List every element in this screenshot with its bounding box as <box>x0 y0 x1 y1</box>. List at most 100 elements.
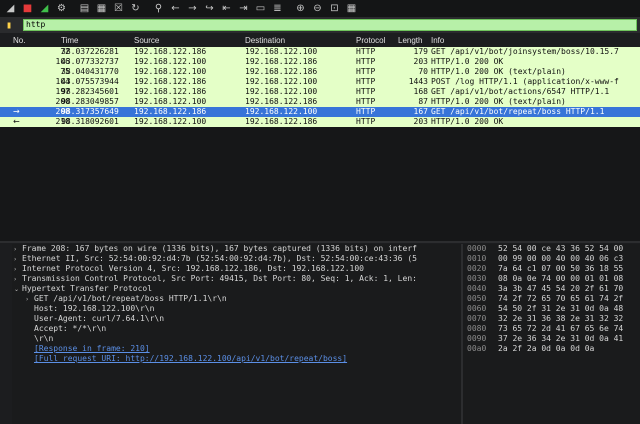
hex-bytes: 54 50 2f 31 2e 31 0d 0a 48 <box>498 304 624 313</box>
go-to-packet-icon[interactable]: ↪ <box>202 2 217 16</box>
packet-length: 203 <box>413 57 428 66</box>
first-packet-icon[interactable]: ⇤ <box>219 2 234 16</box>
last-packet-icon[interactable]: ⇥ <box>236 2 251 16</box>
detail-text: Transmission Control Protocol, Src Port:… <box>22 274 417 283</box>
packet-source: 192.168.122.100 <box>134 97 207 106</box>
detail-tree-item[interactable]: › GET /api/v1/bot/repeat/boss HTTP/1.1\r\… <box>12 294 461 304</box>
packet-length: 203 <box>413 117 428 126</box>
detail-tree-item[interactable]: › Transmission Control Protocol, Src Port… <box>12 274 461 284</box>
go-forward-icon[interactable]: → <box>185 2 200 16</box>
open-file-icon[interactable]: ▤ <box>77 2 92 16</box>
hex-offset: 0000 <box>467 244 487 253</box>
resize-columns-icon[interactable]: ▦ <box>344 2 359 16</box>
hex-dump-row[interactable]: 00a0 2a 2f 2a 0d 0a 0d 0a <box>463 344 640 354</box>
hex-offset: 0070 <box>467 314 487 323</box>
packet-protocol: HTTP <box>356 77 376 86</box>
normal-size-icon[interactable]: ⊡ <box>327 2 342 16</box>
colorize-icon[interactable]: ≣ <box>270 2 285 16</box>
hex-offset: 0030 <box>467 274 487 283</box>
packet-row[interactable]: 72 38.037226281 192.168.122.186 192.168.122… <box>0 47 640 57</box>
filter-bookmark-icon[interactable]: ▮ <box>3 19 15 31</box>
hex-offset: 00a0 <box>467 344 487 353</box>
detail-text: Accept: */*\r\n <box>34 324 107 333</box>
packet-length: 179 <box>413 47 428 56</box>
pane-splitter[interactable] <box>0 241 640 243</box>
column-header-protocol[interactable]: Protocol <box>356 36 385 45</box>
column-header-source[interactable]: Source <box>134 36 159 45</box>
detail-link[interactable]: [Response in frame: 210] <box>12 344 461 354</box>
hex-dump-row[interactable]: 0030 08 0a 0e 74 00 00 01 01 08 <box>463 274 640 284</box>
detail-text: [Response in frame: 210] <box>34 344 150 353</box>
packet-row[interactable]: → 208 98.317357649 192.168.122.186 192.168.1… <box>0 107 640 117</box>
zoom-out-icon[interactable]: ⊖ <box>310 2 325 16</box>
shark-fin-icon[interactable]: ◢ <box>3 2 18 16</box>
detail-tree-item[interactable]: › Ethernet II, Src: 52:54:00:92:d4:7b (52… <box>12 254 461 264</box>
packet-row[interactable]: 75 38.040431770 192.168.122.100 192.168.122… <box>0 67 640 77</box>
hex-dump-row[interactable]: 0040 3a 3b 47 45 54 20 2f 61 70 <box>463 284 640 294</box>
packet-destination: 192.168.122.186 <box>245 117 318 126</box>
detail-text: \r\n <box>34 334 54 343</box>
detail-tree-item[interactable]: › Frame 208: 167 bytes on wire (1336 bits… <box>12 244 461 254</box>
packet-length: 87 <box>418 97 428 106</box>
close-file-icon[interactable]: ☒ <box>111 2 126 16</box>
stop-capture-icon[interactable]: ■ <box>20 2 35 16</box>
save-file-icon[interactable]: ▦ <box>94 2 109 16</box>
packet-time: 98.318092601 <box>61 117 119 126</box>
hex-bytes: 2a 2f 2a 0d 0a 0d 0a <box>498 344 595 353</box>
column-header-length[interactable]: Length <box>398 36 422 45</box>
packet-row[interactable]: 104 43.075573944 192.168.122.186 192.168.12… <box>0 77 640 87</box>
find-packet-icon[interactable]: ⚲ <box>151 2 166 16</box>
packet-time: 43.077332737 <box>61 57 119 66</box>
packet-time: 98.283049857 <box>61 97 119 106</box>
packet-info: GET /api/v1/bot/joinsystem/boss/10.15.7 <box>431 47 619 56</box>
display-filter-input[interactable]: http <box>23 19 637 31</box>
packet-row[interactable]: ← 210 98.318092601 192.168.122.100 192.168.1… <box>0 117 640 127</box>
zoom-in-icon[interactable]: ⊕ <box>293 2 308 16</box>
expand-arrow-icon[interactable]: ⌄ <box>14 285 22 295</box>
packet-time: 98.282345601 <box>61 87 119 96</box>
column-header-info[interactable]: Info <box>431 36 444 45</box>
packet-source: 192.168.122.186 <box>134 87 207 96</box>
hex-dump-row[interactable]: 0080 73 65 72 2d 41 67 65 6e 74 <box>463 324 640 334</box>
packet-protocol: HTTP <box>356 107 376 116</box>
packet-destination: 192.168.122.100 <box>245 77 318 86</box>
detail-text: Host: 192.168.122.100\r\n <box>34 304 155 313</box>
hex-dump-row[interactable]: 0000 52 54 00 ce 43 36 52 54 00 <box>463 244 640 254</box>
packet-row[interactable]: 106 43.077332737 192.168.122.100 192.168.12… <box>0 57 640 67</box>
hex-dump-row[interactable]: 0090 37 2e 36 34 2e 31 0d 0a 41 <box>463 334 640 344</box>
packet-length: 168 <box>413 87 428 96</box>
detail-tree-item[interactable]: User-Agent: curl/7.64.1\r\n <box>12 314 461 324</box>
main-toolbar: ◢ ■ ◢ ⚙ ▤ ▦ ☒ ↻ ⚲ ← → ↪ ⇤ ⇥ ▭ ≣ ⊕ ⊖ ⊡ ▦ <box>0 0 640 17</box>
hex-offset: 0060 <box>467 304 487 313</box>
detail-tree-item[interactable]: \r\n <box>12 334 461 344</box>
packet-length: 1443 <box>408 77 428 86</box>
related-packet-marker: ← <box>13 117 20 126</box>
hex-offset: 0040 <box>467 284 487 293</box>
packet-row[interactable]: 200 98.283049857 192.168.122.100 192.168.12… <box>0 97 640 107</box>
hex-dump-row[interactable]: 0020 7a 64 c1 07 00 50 36 18 55 <box>463 264 640 274</box>
column-header-destination[interactable]: Destination <box>245 36 285 45</box>
capture-options-icon[interactable]: ⚙ <box>54 2 69 16</box>
hex-offset: 0050 <box>467 294 487 303</box>
go-back-icon[interactable]: ← <box>168 2 183 16</box>
detail-tree-item[interactable]: › Internet Protocol Version 4, Src: 192.1… <box>12 264 461 274</box>
reload-icon[interactable]: ↻ <box>128 2 143 16</box>
hex-dump-row[interactable]: 0010 00 99 00 00 40 00 40 06 c3 <box>463 254 640 264</box>
column-header-time[interactable]: Time <box>61 36 78 45</box>
packet-row[interactable]: 197 98.282345601 192.168.122.186 192.168.12… <box>0 87 640 97</box>
detail-tree-item[interactable]: ⌄ Hypertext Transfer Protocol <box>12 284 461 294</box>
detail-link[interactable]: [Full request URI: http://192.168.122.10… <box>12 354 461 364</box>
hex-dump-row[interactable]: 0070 32 2e 31 36 38 2e 31 32 32 <box>463 314 640 324</box>
hex-dump-row[interactable]: 0050 74 2f 72 65 70 65 61 74 2f <box>463 294 640 304</box>
hex-bytes: 08 0a 0e 74 00 00 01 01 08 <box>498 274 624 283</box>
detail-tree-item[interactable]: Accept: */*\r\n <box>12 324 461 334</box>
autoscroll-icon[interactable]: ▭ <box>253 2 268 16</box>
hex-offset: 0080 <box>467 324 487 333</box>
hex-bytes: 32 2e 31 36 38 2e 31 32 32 <box>498 314 624 323</box>
restart-capture-icon[interactable]: ◢ <box>37 2 52 16</box>
detail-tree-item[interactable]: Host: 192.168.122.100\r\n <box>12 304 461 314</box>
packet-source: 192.168.122.100 <box>134 57 207 66</box>
column-header-no[interactable]: No. <box>13 36 25 45</box>
hex-bytes: 3a 3b 47 45 54 20 2f 61 70 <box>498 284 624 293</box>
hex-dump-row[interactable]: 0060 54 50 2f 31 2e 31 0d 0a 48 <box>463 304 640 314</box>
